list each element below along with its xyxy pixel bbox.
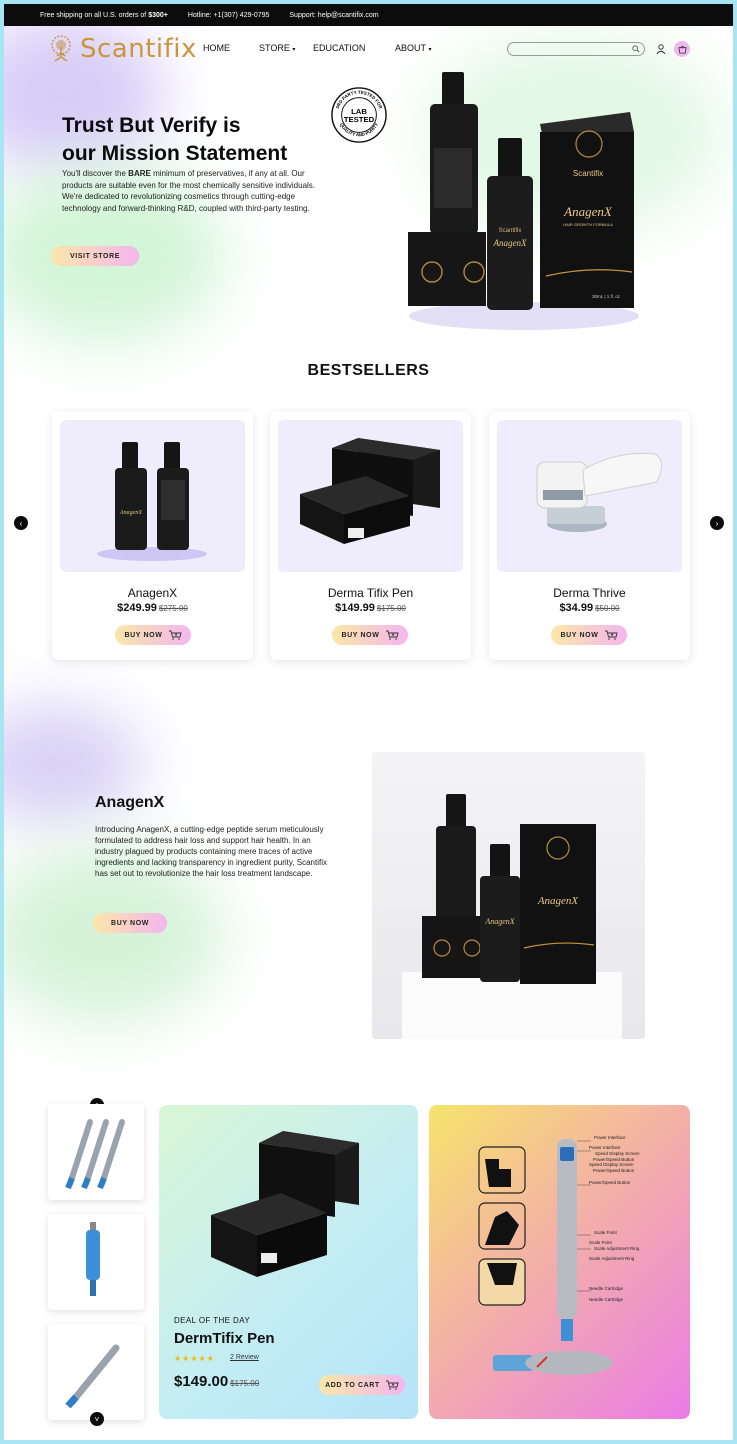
product-name[interactable]: Derma Thrive — [489, 586, 690, 600]
review-link[interactable]: 2 Review — [230, 1354, 259, 1361]
diagram-label: Scale Point — [589, 1240, 612, 1245]
diagram-label: Power/Speed Button — [589, 1180, 631, 1185]
deal-label: DEAL OF THE DAY — [174, 1316, 251, 1325]
page: Free shipping on all U.S. orders of $300… — [4, 4, 733, 1440]
product-image[interactable] — [278, 420, 463, 572]
svg-text:30mL | 1 fl. oz: 30mL | 1 fl. oz — [592, 294, 621, 299]
product-price: $149.99 $175.00 — [335, 602, 406, 614]
star-rating-icon: ★★★★★ — [174, 1354, 215, 1363]
nav-about[interactable]: ABOUT ▾ — [395, 43, 455, 53]
svg-text:AnagenX: AnagenX — [563, 204, 613, 219]
hero-description: You'll discover the BARE minimum of pres… — [62, 169, 316, 213]
product-name[interactable]: Derma Tifix Pen — [270, 586, 471, 600]
basket-icon — [677, 45, 687, 54]
diagram-label: Power Interface — [589, 1145, 621, 1150]
diagram-label: Scale Adjustment Ring — [589, 1256, 635, 1261]
diagram-label: Speed Display Screen — [589, 1162, 634, 1167]
bestsellers-title: BESTSELLERS — [307, 362, 430, 379]
shipping-notice: Free shipping on all U.S. orders of $300… — [40, 11, 168, 19]
buy-now-button[interactable]: BUY NOW — [332, 625, 408, 645]
svg-text:Scantifix: Scantifix — [499, 228, 522, 234]
svg-text:AnagenX: AnagenX — [537, 895, 580, 907]
product-name[interactable]: AnagenX — [52, 586, 253, 600]
chevron-down-icon: ▾ — [292, 47, 296, 53]
brand-logo[interactable]: Scantifix — [46, 34, 197, 64]
diagram-label: Needle Cartridge — [589, 1286, 624, 1291]
svg-text:TESTED: TESTED — [344, 115, 375, 124]
hero-title: Trust But Verify is our Mission Statemen… — [62, 114, 288, 165]
three-pens-image — [65, 1119, 125, 1190]
feature-description: Introducing AnagenX, a cutting-edge pept… — [95, 825, 327, 878]
thumbnail[interactable] — [48, 1214, 144, 1310]
hotline: Hotline: +1(307) 429-0795 — [187, 11, 270, 19]
product-diagram-card: Power Interface Power Interface Speed Di… — [429, 1105, 690, 1419]
cart-plus-icon — [385, 630, 399, 640]
product-card[interactable]: Derma Tifix Pen $149.99 $175.00 BUY NOW — [270, 412, 471, 660]
chevron-down-icon: ▾ — [428, 47, 432, 53]
svg-text:AnagenX: AnagenX — [493, 238, 527, 248]
pen-diagram-image — [478, 1139, 613, 1375]
chevron-right-icon: › — [715, 518, 719, 528]
nav-education[interactable]: EDUCATION — [313, 43, 395, 53]
deal-price: $149.00 $175.00 — [174, 1373, 260, 1390]
cart-icon[interactable] — [674, 41, 690, 57]
product-card[interactable]: Derma Thrive $34.99 $50.00 BUY NOW — [489, 412, 690, 660]
diagram-label: Speed Display Screen — [595, 1151, 640, 1156]
visit-store-button[interactable]: VISIT STORE — [51, 246, 139, 266]
add-to-cart-button[interactable]: ADD TO CART — [319, 1375, 405, 1395]
svg-text:AnagenX: AnagenX — [119, 510, 142, 516]
search-icon[interactable] — [632, 45, 640, 53]
cart-plus-icon — [168, 630, 182, 640]
single-pen-image — [65, 1344, 120, 1409]
svg-text:HAIR GROWTH FORMULA: HAIR GROWTH FORMULA — [563, 222, 613, 227]
feature-title: AnagenX — [95, 794, 165, 811]
cart-plus-icon — [385, 1380, 399, 1390]
diagram-label: Scale Point — [594, 1230, 617, 1235]
user-icon[interactable] — [656, 44, 666, 54]
serum-bottles-image: AnagenX — [97, 442, 207, 561]
thumb-next-button[interactable]: ˅ — [90, 1412, 104, 1426]
nav-store[interactable]: STORE ▾ — [259, 43, 313, 53]
diagram-label: Power Interface — [594, 1135, 626, 1140]
search-input[interactable] — [507, 42, 645, 56]
tree-logo-icon — [51, 35, 71, 62]
product-price: $249.99 $275.00 — [117, 602, 188, 614]
buy-now-button[interactable]: BUY NOW — [93, 913, 167, 933]
hero-product-image: Scantifix AnagenX Scantifix AnagenX HAIR… — [408, 72, 639, 330]
thumbnail[interactable] — [48, 1104, 144, 1200]
anagenx-podium-image: AnagenX AnagenX — [402, 794, 622, 1039]
deal-product-image — [211, 1131, 359, 1277]
buy-now-button[interactable]: BUY NOW — [115, 625, 191, 645]
product-image[interactable] — [497, 420, 682, 572]
chevron-down-icon: ˅ — [94, 1414, 100, 1424]
feature-product-image: AnagenX AnagenX — [372, 752, 645, 1039]
lab-tested-badge-icon: 3RD PARTY TESTED FOR QUALITY AND PURITY … — [331, 87, 387, 143]
thumbnail[interactable] — [48, 1324, 144, 1420]
product-image[interactable]: AnagenX — [60, 420, 245, 572]
buy-now-button[interactable]: BUY NOW — [551, 625, 627, 645]
chevron-left-icon: ‹ — [19, 518, 23, 528]
product-card[interactable]: AnagenX AnagenX $249.99 $275.00 BUY NOW — [52, 412, 253, 660]
carousel-prev-button[interactable]: ‹ — [14, 516, 28, 530]
deal-of-the-day-card[interactable]: DEAL OF THE DAY DermTifix Pen ★★★★★ 2 Re… — [159, 1105, 418, 1419]
main-nav: HOME STORE ▾ EDUCATION ABOUT ▾ — [203, 43, 455, 53]
diagram-label: Needle Cartridge — [589, 1297, 624, 1302]
diagram-label: Power/Speed Button — [593, 1168, 635, 1173]
derma-roller-image — [536, 452, 662, 532]
brand-name: Scantifix — [80, 34, 197, 64]
pen-boxes-image — [300, 438, 440, 544]
announcement-bar: Free shipping on all U.S. orders of $300… — [4, 4, 733, 26]
support-email[interactable]: Support: help@scantifix.com — [289, 12, 378, 19]
deal-product-name[interactable]: DermTifix Pen — [174, 1330, 275, 1347]
svg-text:AnagenX: AnagenX — [484, 917, 515, 926]
diagram-label: Scale Adjustment Ring — [594, 1246, 640, 1251]
nav-home[interactable]: HOME — [203, 43, 259, 53]
cartridge-image — [86, 1222, 100, 1296]
cart-plus-icon — [604, 630, 618, 640]
svg-text:Scantifix: Scantifix — [573, 169, 603, 178]
carousel-next-button[interactable]: › — [710, 516, 724, 530]
product-price: $34.99 $50.00 — [559, 602, 620, 614]
